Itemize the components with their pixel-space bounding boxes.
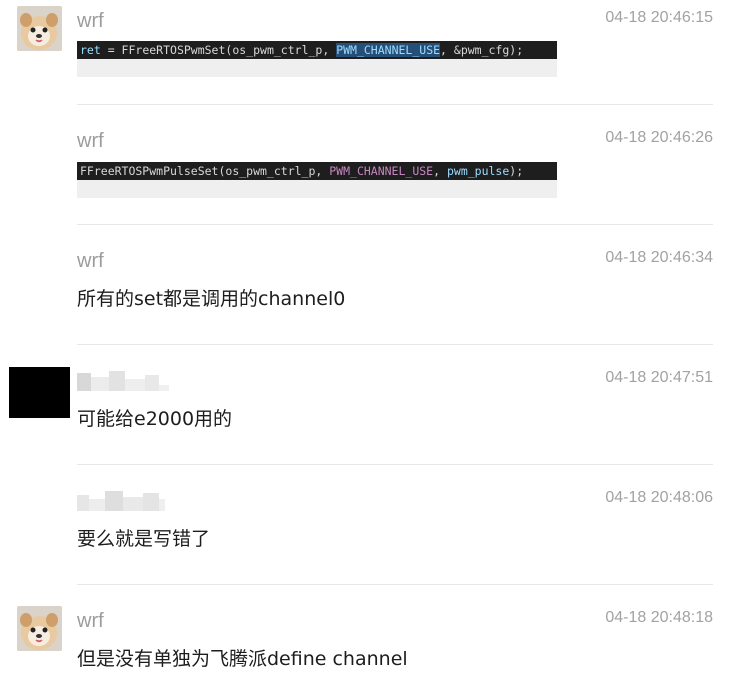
timestamp: 04-18 20:46:15 — [605, 9, 713, 26]
message-divider — [77, 344, 713, 345]
avatar[interactable] — [17, 6, 62, 51]
avatar[interactable] — [17, 606, 62, 651]
message-divider — [77, 104, 713, 105]
message-text: 要么就是写错了 — [77, 528, 211, 550]
timestamp: 04-18 20:46:26 — [605, 129, 713, 146]
sender-name: wrf — [77, 610, 104, 632]
message-divider — [77, 464, 713, 465]
message-text: 但是没有单独为飞腾派define channel — [77, 648, 408, 670]
code-padding — [77, 180, 557, 198]
message-divider — [77, 584, 713, 585]
sender-name: wrf — [77, 130, 104, 152]
message-divider — [77, 224, 713, 225]
code-screenshot[interactable]: FFreeRTOSPwmPulseSet(os_pwm_ctrl_p, PWM_… — [77, 162, 557, 198]
avatar[interactable] — [9, 367, 70, 418]
timestamp: 04-18 20:48:06 — [605, 489, 713, 506]
message-text: 所有的set都是调用的channel0 — [77, 288, 346, 310]
code-padding — [77, 59, 557, 77]
code-screenshot[interactable]: ret = FFreeRTOSPwmSet(os_pwm_ctrl_p, PWM… — [77, 41, 557, 77]
timestamp: 04-18 20:46:34 — [605, 249, 713, 266]
code-line: FFreeRTOSPwmPulseSet(os_pwm_ctrl_p, PWM_… — [80, 164, 524, 178]
sender-name-blurred — [77, 489, 165, 511]
sender-name: wrf — [77, 10, 104, 32]
timestamp: 04-18 20:48:18 — [605, 609, 713, 626]
sender-name: wrf — [77, 250, 104, 272]
sender-name-blurred — [77, 369, 169, 391]
timestamp: 04-18 20:47:51 — [605, 369, 713, 386]
message-text: 可能给e2000用的 — [77, 408, 233, 430]
code-line: ret = FFreeRTOSPwmSet(os_pwm_ctrl_p, PWM… — [80, 43, 524, 57]
